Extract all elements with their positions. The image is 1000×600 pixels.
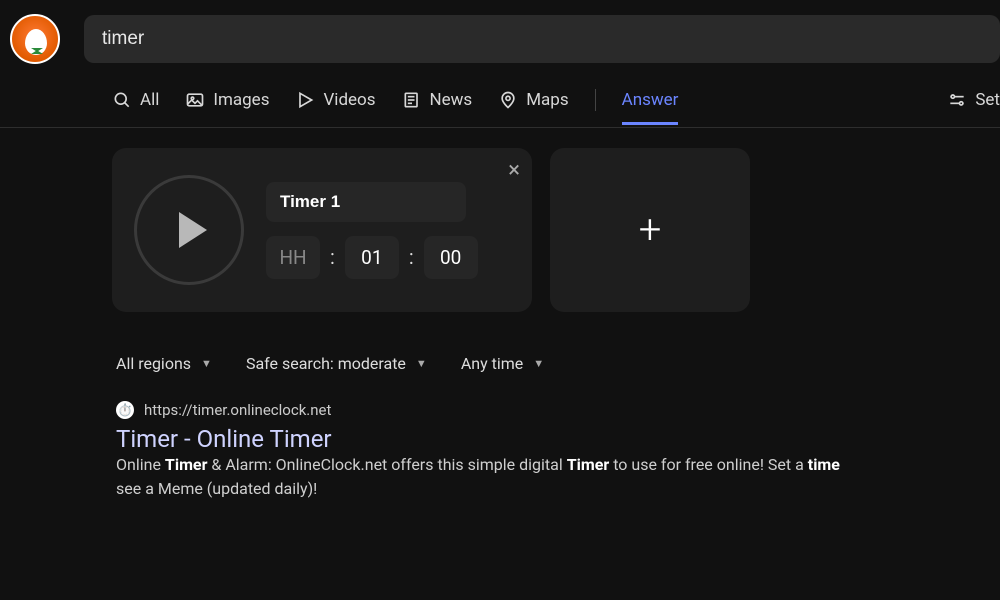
search-result: ⏱️ https://timer.onlineclock.net Timer -…: [112, 373, 982, 501]
tab-news[interactable]: News: [402, 90, 473, 124]
add-timer-button[interactable]: +: [550, 148, 750, 312]
result-title-link[interactable]: Timer - Online Timer: [116, 425, 332, 453]
tab-videos[interactable]: Videos: [295, 90, 375, 124]
snippet-bold: Timer: [567, 455, 610, 474]
snippet-bold: Timer: [165, 455, 208, 474]
tab-label: Answer: [622, 90, 679, 110]
tab-label: Videos: [323, 90, 375, 110]
time-hours-input[interactable]: HH: [266, 236, 320, 279]
search-icon: [112, 90, 132, 110]
result-snippet: Online Timer & Alarm: OnlineClock.net of…: [116, 453, 982, 501]
content-area: × HH : 01 : 00 + All regions ▼: [0, 128, 1000, 501]
time-inputs: HH : 01 : 00: [266, 236, 478, 279]
time-separator: :: [409, 245, 414, 269]
tab-label: News: [430, 90, 473, 110]
settings-icon: [947, 90, 967, 110]
tab-label: All: [140, 90, 159, 110]
filter-safesearch[interactable]: Safe search: moderate ▼: [246, 354, 427, 373]
filter-label: Any time: [461, 354, 523, 373]
video-icon: [295, 90, 315, 110]
timer-controls: HH : 01 : 00: [266, 182, 478, 279]
plus-icon: +: [639, 210, 662, 250]
tab-images[interactable]: Images: [185, 90, 269, 124]
news-icon: [402, 90, 422, 110]
tab-answer[interactable]: Answer: [622, 90, 679, 124]
ddg-logo[interactable]: [10, 14, 60, 64]
result-favicon: ⏱️: [116, 401, 134, 419]
tab-label: Set: [975, 90, 1000, 110]
play-button[interactable]: [134, 175, 244, 285]
search-box[interactable]: [84, 15, 1000, 63]
result-url: https://timer.onlineclock.net: [144, 401, 331, 419]
chevron-down-icon: ▼: [416, 357, 427, 370]
play-icon: [179, 212, 207, 248]
snippet-text: Online: [116, 455, 165, 474]
time-minutes-input[interactable]: 01: [345, 236, 399, 279]
filter-label: Safe search: moderate: [246, 354, 406, 373]
tab-label: Maps: [526, 90, 568, 110]
chevron-down-icon: ▼: [533, 357, 544, 370]
filter-timeframe[interactable]: Any time ▼: [461, 354, 544, 373]
filter-region[interactable]: All regions ▼: [116, 354, 212, 373]
tab-label: Images: [213, 90, 269, 110]
timer-card: × HH : 01 : 00: [112, 148, 532, 312]
filters-row: All regions ▼ Safe search: moderate ▼ An…: [112, 312, 1000, 373]
header-row: [0, 0, 1000, 64]
tab-all[interactable]: All: [112, 90, 159, 124]
time-seconds-input[interactable]: 00: [424, 236, 478, 279]
tabs-row: All Images Videos News Maps Answer Set: [0, 64, 1000, 128]
result-url-row[interactable]: ⏱️ https://timer.onlineclock.net: [116, 401, 982, 419]
tab-maps[interactable]: Maps: [498, 90, 568, 124]
snippet-text: see a Meme (updated daily)!: [116, 479, 317, 498]
timer-cards-row: × HH : 01 : 00 +: [112, 148, 1000, 312]
filter-label: All regions: [116, 354, 191, 373]
image-icon: [185, 90, 205, 110]
search-input[interactable]: [102, 28, 982, 50]
snippet-text: to use for free online! Set a: [609, 455, 808, 474]
snippet-text: & Alarm: OnlineClock.net offers this sim…: [207, 455, 566, 474]
snippet-bold: time: [808, 455, 840, 474]
timer-name-input[interactable]: [266, 182, 466, 222]
tab-settings[interactable]: Set: [947, 90, 1000, 124]
time-separator: :: [330, 245, 335, 269]
tab-divider: [595, 89, 596, 111]
chevron-down-icon: ▼: [201, 357, 212, 370]
close-icon[interactable]: ×: [508, 158, 520, 183]
map-pin-icon: [498, 90, 518, 110]
